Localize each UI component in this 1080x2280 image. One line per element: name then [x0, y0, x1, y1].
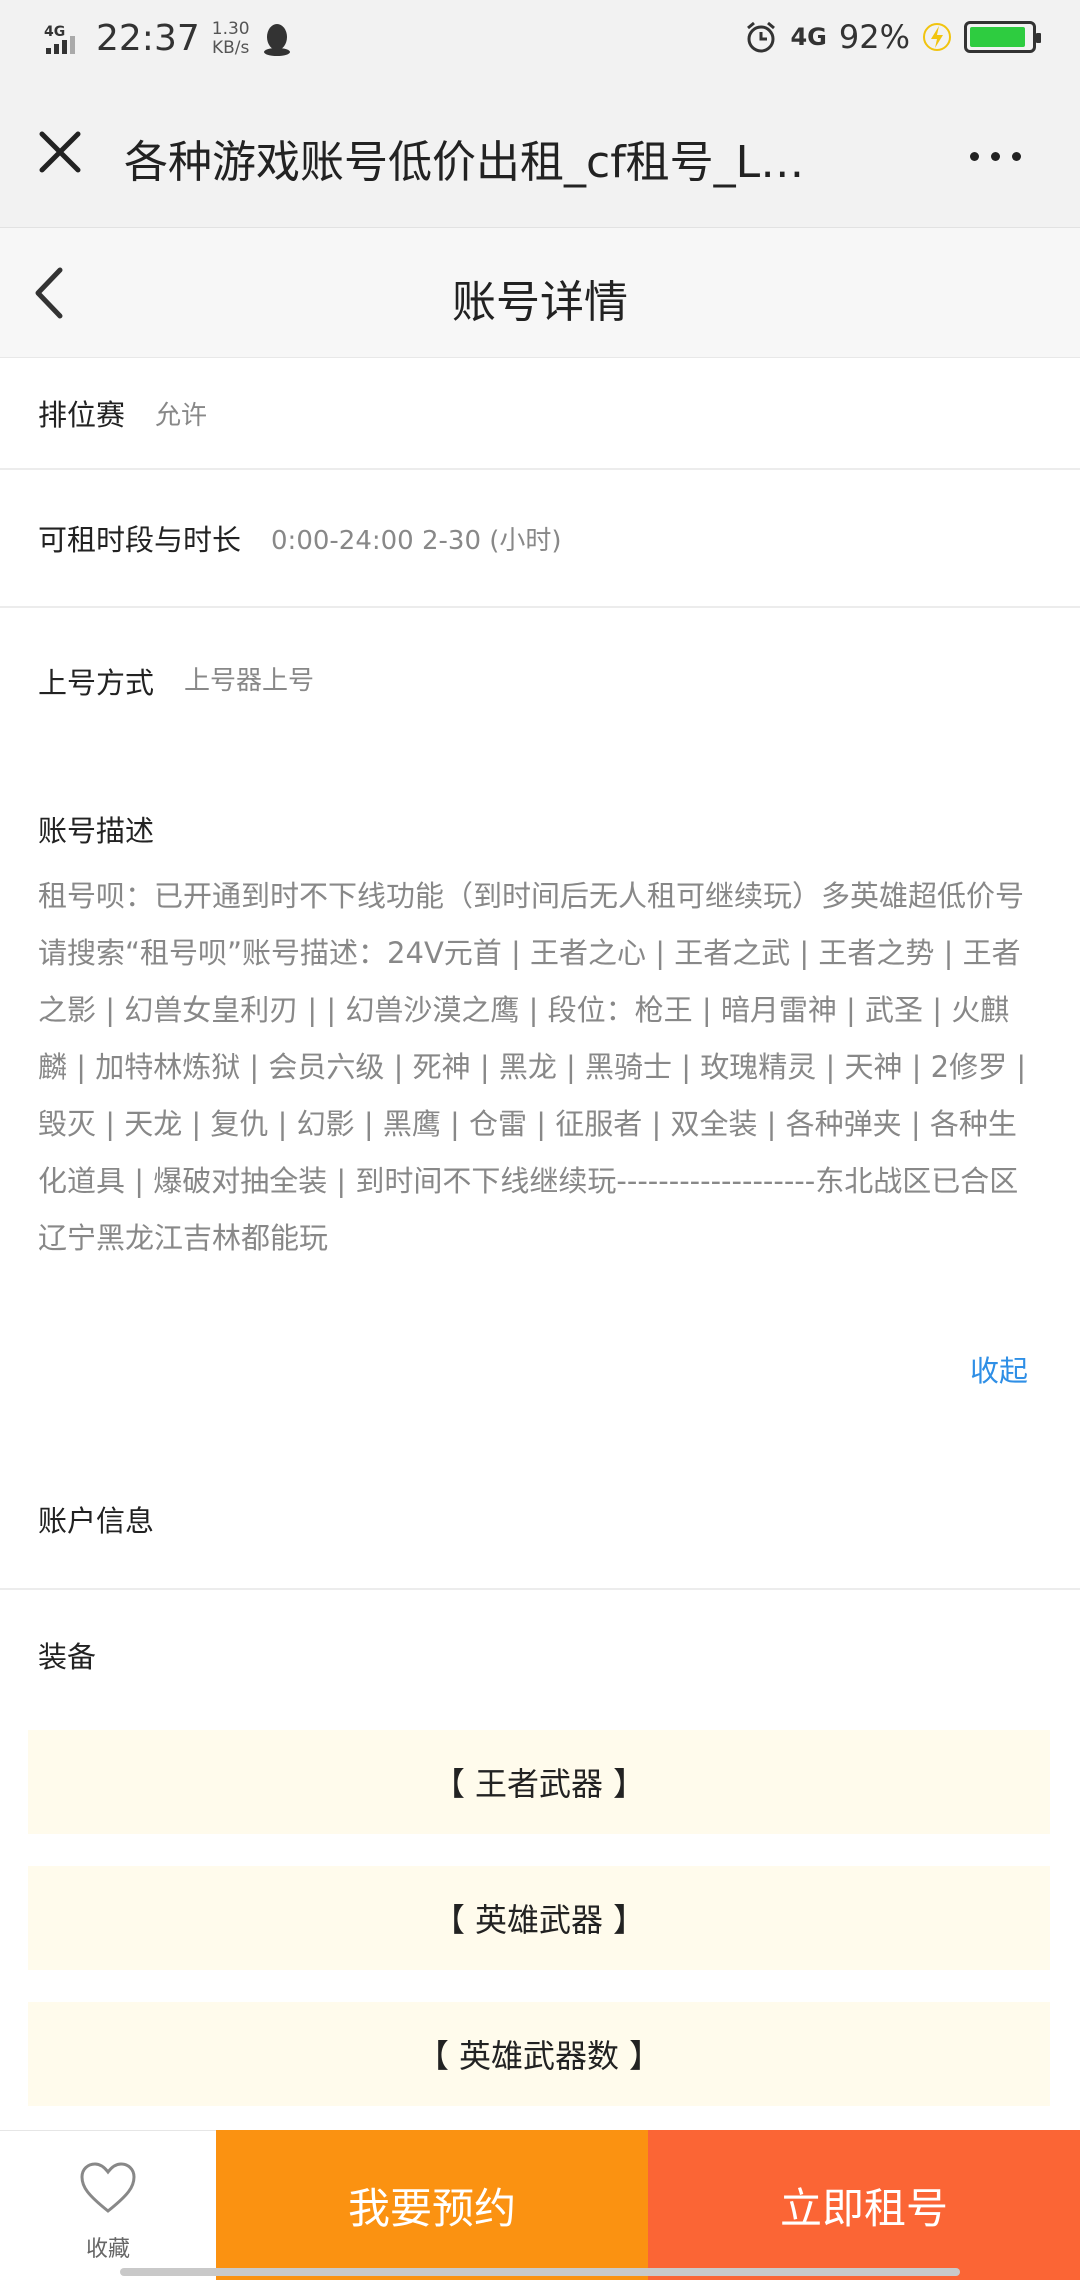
more-dot — [1012, 151, 1021, 161]
detail-label: 排位赛 — [38, 398, 126, 432]
equipment-label: 装备 — [38, 1640, 97, 1674]
account-info-label: 账户信息 — [38, 1504, 155, 1538]
equipment-item-hero-weapon-count[interactable]: 【 英雄武器数 】 — [28, 2002, 1050, 2106]
collapse-link[interactable]: 收起 — [970, 1348, 1028, 1390]
battery-level — [970, 27, 1026, 47]
more-dot — [970, 151, 979, 161]
close-icon[interactable] — [30, 122, 90, 182]
favorite-label: 收藏 — [85, 2237, 130, 2262]
detail-row-rental-period: 可租时段与时长 0:00-24:00 2-30 (小时) — [0, 470, 1080, 608]
reserve-button[interactable]: 我要预约 — [216, 2130, 648, 2280]
network-label: 4G — [790, 23, 827, 51]
detail-label: 上号方式 — [38, 666, 155, 700]
network-speed: 1.30 KB/s — [212, 20, 250, 57]
heart-icon — [80, 2162, 136, 2213]
more-dot — [991, 151, 1000, 161]
detail-label: 可租时段与时长 — [38, 523, 242, 557]
browser-bar: 各种游戏账号低价出租_cf租号_L… — [0, 82, 1080, 228]
status-left: 4G 22:37 1.30 KB/s — [44, 18, 292, 59]
nav-bar: 账号详情 — [0, 228, 1080, 358]
charging-icon — [923, 23, 951, 51]
browser-title: 各种游戏账号低价出租_cf租号_L… — [124, 137, 805, 188]
svg-text:4G: 4G — [44, 24, 65, 40]
equipment-item-king-weapons[interactable]: 【 王者武器 】 — [28, 1730, 1050, 1834]
account-detail-content[interactable]: 排位赛 允许 可租时段与时长 0:00-24:00 2-30 (小时) 上号方式… — [0, 358, 1080, 2130]
status-right: 4G 92% — [744, 18, 1041, 56]
home-indicator[interactable] — [120, 2268, 960, 2276]
description-text: 租号呗：已开通到时不下线功能（到时间后无人租可继续玩）多英雄超低价号请搜索“租号… — [38, 879, 1027, 1255]
rent-now-button[interactable]: 立即租号 — [648, 2130, 1080, 2280]
description-label: 账号描述 — [38, 814, 155, 848]
divider — [0, 1588, 1080, 1590]
speed-unit: KB/s — [211, 37, 250, 58]
signal-icon: 4G — [44, 24, 75, 54]
status-bar: 4G 22:37 1.30 KB/s 4G 92% — [0, 0, 1080, 82]
detail-value: 上号器上号 — [184, 666, 315, 696]
speed-value: 1.30 — [211, 18, 250, 39]
battery-percent: 92% — [838, 18, 910, 56]
detail-value: 0:00-24:00 2-30 (小时) — [271, 525, 562, 556]
detail-row-ranked: 排位赛 允许 — [0, 358, 1080, 470]
favorite-button[interactable]: 收藏 — [0, 2130, 216, 2280]
detail-value: 允许 — [155, 400, 208, 431]
equipment-item-hero-weapons[interactable]: 【 英雄武器 】 — [28, 1866, 1050, 1970]
status-time: 22:37 — [96, 18, 200, 59]
page-title: 账号详情 — [452, 277, 628, 328]
detail-row-login-method: 上号方式 上号器上号 — [0, 608, 1080, 738]
alarm-icon — [747, 21, 776, 53]
battery-icon — [964, 21, 1041, 53]
qq-icon — [263, 23, 290, 56]
bottom-action-bar: 收藏 我要预约 立即租号 — [0, 2130, 1080, 2280]
more-icon[interactable] — [970, 136, 1040, 176]
